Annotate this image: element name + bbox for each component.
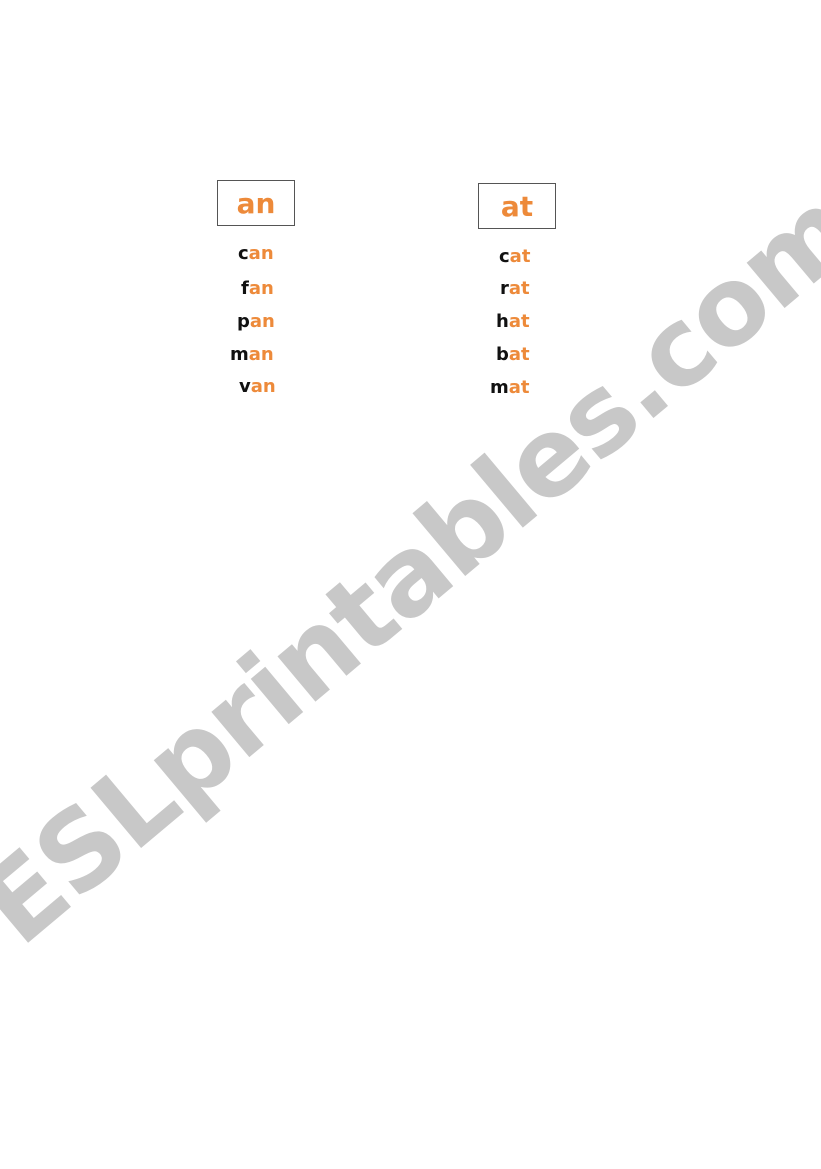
word-bat: bat: [496, 345, 530, 365]
word-rime: at: [508, 344, 530, 365]
word-can: can: [238, 244, 274, 264]
word-mat: mat: [490, 378, 530, 398]
word-family-header-an: an: [217, 180, 295, 226]
word-hat: hat: [496, 312, 530, 332]
word-man: man: [230, 345, 274, 365]
word-rime: an: [248, 243, 274, 264]
word-rime: an: [248, 344, 274, 365]
word-onset: c: [238, 243, 249, 264]
word-onset: r: [500, 278, 509, 299]
word-fan: fan: [241, 279, 274, 299]
word-onset: p: [237, 311, 250, 332]
word-rat: rat: [500, 279, 530, 299]
word-rime: at: [508, 311, 530, 332]
word-onset: h: [496, 311, 509, 332]
word-rime: at: [508, 278, 530, 299]
word-rime: an: [250, 376, 276, 397]
watermark: ESLprintables.com: [0, 166, 821, 970]
word-cat: cat: [499, 247, 530, 267]
word-onset: m: [230, 344, 249, 365]
word-van: van: [239, 377, 276, 397]
word-onset: b: [496, 344, 509, 365]
word-pan: pan: [237, 312, 275, 332]
word-rime: at: [508, 377, 530, 398]
word-onset: v: [239, 376, 251, 397]
worksheet-page: ESLprintables.com an at can fan pan man …: [0, 0, 821, 1169]
word-onset: f: [241, 278, 249, 299]
word-onset: m: [490, 377, 509, 398]
word-rime: an: [249, 311, 275, 332]
word-onset: c: [499, 246, 510, 267]
word-family-header-at: at: [478, 183, 556, 229]
word-rime: at: [509, 246, 531, 267]
word-rime: an: [248, 278, 274, 299]
